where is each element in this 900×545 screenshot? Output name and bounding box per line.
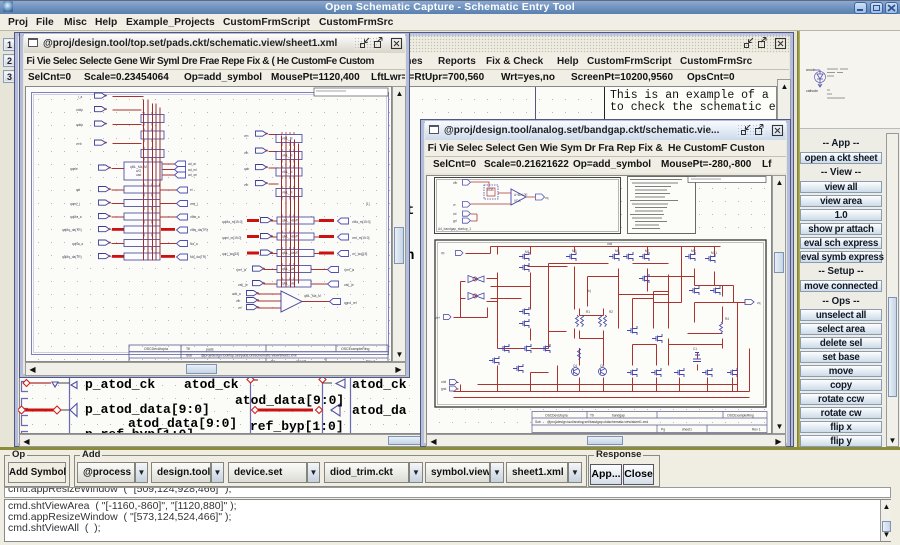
- svg-text:vrn: vrn: [244, 134, 249, 138]
- svg-text:i_a: i_a: [78, 95, 83, 99]
- svg-text:qab: qab: [244, 167, 250, 171]
- svg-text:vq: vq: [757, 301, 761, 305]
- svg-text:vdd: vdd: [607, 242, 612, 246]
- svg-text:vb+: vb+: [435, 316, 440, 320]
- svg-text:OSCExampleRing: OSCExampleRing: [341, 347, 369, 351]
- svg-text:vp: vp: [441, 251, 445, 255]
- svg-text:OSCDevUtopia: OSCDevUtopia: [144, 347, 168, 351]
- svg-text:vfb: vfb: [236, 299, 240, 303]
- svg-text:atod_ck: atod_ck: [352, 378, 407, 392]
- svg-text:Ttl: Ttl: [186, 347, 190, 351]
- svg-text:Ttl: Ttl: [590, 414, 594, 418]
- svg-text:vq: vq: [545, 196, 549, 200]
- svg-text:A+B/4.0E: A+B/4.0E: [514, 193, 528, 197]
- svg-text:[1]: [1]: [366, 202, 370, 206]
- svg-text:qddp: qddp: [76, 123, 83, 127]
- svg-text:ad_oe: ad_oe: [188, 173, 197, 177]
- svg-text:vrrb: vrrb: [76, 142, 82, 146]
- svg-text:vfn: vfn: [244, 151, 248, 155]
- svg-text:M9: M9: [691, 249, 696, 253]
- svg-text:M5: M5: [615, 249, 620, 253]
- svg-text:Rev 1: Rev 1: [752, 428, 761, 432]
- svg-text:vml_m[15:0]: vml_m[15:0]: [352, 236, 369, 240]
- svg-text:Sub: Sub: [535, 420, 541, 424]
- svg-text:OSCExampleRing: OSCExampleRing: [727, 414, 754, 418]
- svg-text:val(_)e: val(_)e: [238, 283, 248, 287]
- svg-text:ad_m: ad_m: [188, 162, 196, 166]
- svg-text:C1: C1: [693, 347, 697, 351]
- svg-text:cathode: cathode: [806, 89, 818, 93]
- svg-text:el: el: [190, 188, 193, 192]
- svg-text:Q2: Q2: [600, 364, 604, 368]
- svg-text:@proj/design.tool/top.set/pads: @proj/design.tool/top.set/pads.ckt/schem…: [201, 354, 297, 358]
- svg-text:p_atod_ck: p_atod_ck: [85, 378, 155, 392]
- svg-text:anode: anode: [806, 68, 816, 72]
- svg-text:vddp: vddp: [76, 108, 83, 112]
- svg-text:vr(_)sq[15]: vr(_)sq[15]: [352, 252, 367, 256]
- svg-text:val(_)e: val(_)e: [344, 283, 354, 287]
- svg-text:ref_byp[1:0]: ref_byp[1:0]: [250, 419, 344, 433]
- svg-text:qqm(_): qqm(_): [70, 202, 80, 206]
- svg-text:vfb: vfb: [244, 183, 248, 187]
- svg-text:@proj/design.tool/analog.set/b: @proj/design.tool/analog.set/bandgap.ckt…: [547, 420, 648, 424]
- svg-text:qqMa_m[15:0]: qqMa_m[15:0]: [222, 220, 242, 224]
- svg-text:vdd: vdd: [441, 380, 446, 384]
- svg-text:pads: pads: [206, 348, 214, 352]
- svg-text:sheet1: sheet1: [682, 428, 692, 432]
- svg-text:Sub: Sub: [186, 354, 192, 358]
- svg-text:R2: R2: [609, 310, 613, 314]
- svg-text:qgnd_ref: qgnd_ref: [344, 301, 357, 305]
- svg-text:vm(_): vm(_): [190, 202, 198, 206]
- svg-text:vfb: vfb: [453, 181, 457, 185]
- svg-text:atod_data[9:0]: atod_data[9:0]: [235, 393, 344, 408]
- svg-text:p_atod_data[9:0]: p_atod_data[9:0]: [85, 402, 210, 417]
- svg-text:A4_bandgap_startup_1: A4_bandgap_startup_1: [438, 227, 471, 231]
- svg-text:vMq_da(TR): vMq_da(TR): [190, 228, 208, 232]
- svg-text:M11: M11: [711, 251, 717, 255]
- svg-text:gnd: gnd: [441, 387, 447, 391]
- svg-text:Mq_da(TR): Mq_da(TR): [190, 255, 206, 259]
- svg-text:qqNa_a: qqNa_a: [72, 242, 83, 246]
- svg-text:vML_M: vML_M: [282, 191, 293, 195]
- svg-text:p_ref_byp[1:0]: p_ref_byp[1:0]: [85, 427, 194, 433]
- svg-text:Pg: Pg: [661, 428, 665, 432]
- svg-text:uad: uad: [136, 173, 142, 177]
- svg-text:M7: M7: [645, 249, 650, 253]
- svg-text:(b): (b): [587, 289, 591, 293]
- svg-text:vMa_m[15:0]: vMa_m[15:0]: [352, 220, 371, 224]
- svg-text:atod_da: atod_da: [352, 403, 407, 418]
- svg-text:qML_Ma_M: qML_Ma_M: [304, 294, 321, 298]
- svg-text:M1: M1: [525, 250, 530, 254]
- svg-text:M3: M3: [572, 249, 577, 253]
- svg-text:vML_M: vML_M: [282, 170, 293, 174]
- svg-text:R1: R1: [586, 310, 590, 314]
- svg-text:qqr(_)sq[15]: qqr(_)sq[15]: [222, 252, 239, 256]
- svg-text:gd: gd: [453, 219, 457, 223]
- svg-text:qML_Ma: qML_Ma: [282, 267, 295, 271]
- svg-text:vML_M: vML_M: [282, 154, 293, 158]
- svg-text:Na_a: Na_a: [190, 242, 198, 246]
- svg-text:qqMq_da(TR): qqMq_da(TR): [62, 228, 82, 232]
- svg-text:vd: vd: [453, 212, 457, 216]
- svg-text:Q1: Q1: [573, 364, 577, 368]
- svg-text:qqMq_da(TR): qqMq_da(TR): [62, 255, 82, 259]
- svg-text:vMa_a: vMa_a: [190, 215, 200, 219]
- svg-text:qqml_m[15:0]: qqml_m[15:0]: [222, 236, 241, 240]
- svg-text:vdd_a: vdd_a: [232, 292, 241, 296]
- svg-text:R4: R4: [725, 317, 729, 321]
- svg-text:qel: qel: [76, 188, 81, 192]
- svg-text:OSCDevUtopia: OSCDevUtopia: [545, 414, 568, 418]
- svg-text:VDA: VDA: [514, 199, 521, 203]
- svg-text:qqMa_a: qqMa_a: [70, 215, 82, 219]
- svg-text:bandgap: bandgap: [612, 414, 625, 418]
- svg-text:qML_Ma: qML_Ma: [282, 282, 295, 286]
- svg-text:r(ref_)s: r(ref_)s: [344, 268, 355, 272]
- svg-text:vrf: vrf: [238, 306, 242, 310]
- svg-text:atod_ck: atod_ck: [184, 378, 239, 392]
- svg-text:vML_M: vML_M: [282, 137, 293, 141]
- svg-text:VDB: VDB: [487, 188, 494, 192]
- svg-text:r(ref_)s: r(ref_)s: [236, 268, 247, 272]
- svg-text:ad_ml: ad_ml: [188, 168, 197, 172]
- svg-text:qqelе: qqelе: [70, 167, 78, 171]
